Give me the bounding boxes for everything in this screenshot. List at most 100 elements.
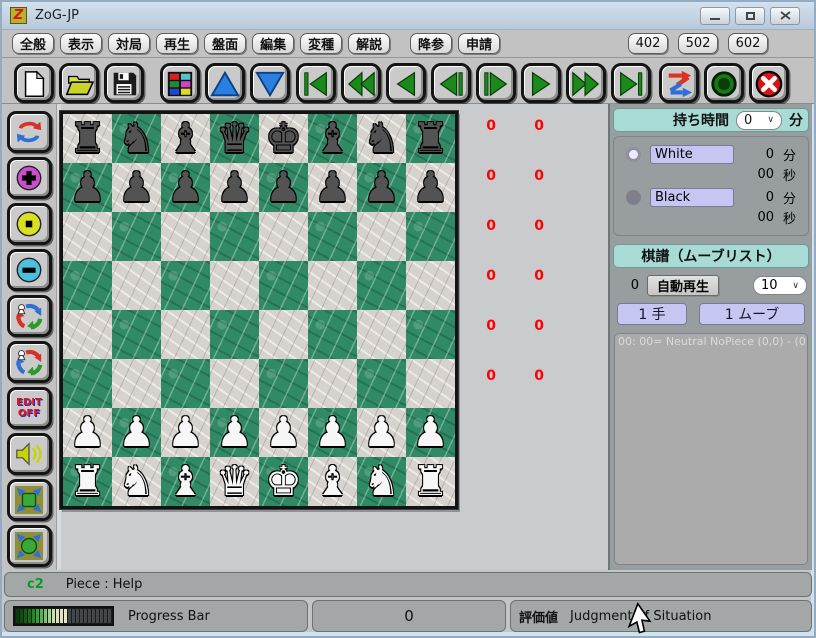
- square-b6[interactable]: [112, 212, 161, 261]
- square-b1[interactable]: ♞: [112, 457, 161, 506]
- back-stop-button[interactable]: [431, 63, 471, 103]
- new-game-button[interactable]: [14, 63, 54, 103]
- switch-move-button[interactable]: [659, 63, 699, 103]
- square-g5[interactable]: [357, 261, 406, 310]
- square-f3[interactable]: [308, 359, 357, 408]
- square-h7[interactable]: ♟: [406, 163, 455, 212]
- minimize-button[interactable]: [700, 6, 730, 25]
- square-c8[interactable]: ♝: [161, 114, 210, 163]
- movelist-entry-0[interactable]: 00: 00= Neutral NoPiece (0,0) - (0,0): [615, 335, 807, 348]
- fit-board-button[interactable]: [6, 479, 52, 521]
- square-g7[interactable]: ♟: [357, 163, 406, 212]
- white-radio[interactable]: [626, 147, 641, 162]
- square-c3[interactable]: [161, 359, 210, 408]
- square-f1[interactable]: ♝: [308, 457, 357, 506]
- menu-item-0[interactable]: 全般: [12, 33, 55, 54]
- square-d7[interactable]: ♟: [210, 163, 259, 212]
- square-h1[interactable]: ♜: [406, 457, 455, 506]
- square-c6[interactable]: [161, 212, 210, 261]
- black-label[interactable]: Black: [650, 188, 734, 207]
- fast-forward-button[interactable]: [566, 63, 606, 103]
- square-b7[interactable]: ♟: [112, 163, 161, 212]
- step-back-button[interactable]: [386, 63, 426, 103]
- rotate-pieces-down-button[interactable]: [6, 341, 52, 383]
- square-f7[interactable]: ♟: [308, 163, 357, 212]
- menu-item-1[interactable]: 表示: [60, 33, 103, 54]
- square-e4[interactable]: [259, 310, 308, 359]
- palette-button[interactable]: [160, 63, 200, 103]
- square-g2[interactable]: ♟: [357, 408, 406, 457]
- forward-stop-button[interactable]: [476, 63, 516, 103]
- save-button[interactable]: [104, 63, 144, 103]
- time-minutes-dropdown[interactable]: 0 ∨: [736, 110, 782, 130]
- square-h2[interactable]: ♟: [406, 408, 455, 457]
- fit-pieces-button[interactable]: [6, 525, 52, 567]
- square-e6[interactable]: [259, 212, 308, 261]
- square-a5[interactable]: [63, 261, 112, 310]
- square-f5[interactable]: [308, 261, 357, 310]
- square-b4[interactable]: [112, 310, 161, 359]
- square-f2[interactable]: ♟: [308, 408, 357, 457]
- autoplay-button[interactable]: 自動再生: [647, 275, 720, 296]
- step-forward-button[interactable]: [521, 63, 561, 103]
- square-e1[interactable]: ♚: [259, 457, 308, 506]
- menu-item-4[interactable]: 盤面: [204, 33, 247, 54]
- square-e3[interactable]: [259, 359, 308, 408]
- down-button[interactable]: [250, 63, 290, 103]
- square-d6[interactable]: [210, 212, 259, 261]
- square-c5[interactable]: [161, 261, 210, 310]
- close-button[interactable]: [770, 6, 800, 25]
- open-button[interactable]: [59, 63, 99, 103]
- rotate-pieces-up-button[interactable]: [6, 295, 52, 337]
- square-c4[interactable]: [161, 310, 210, 359]
- edit-off-button[interactable]: EDIT OFF: [6, 387, 52, 429]
- maximize-button[interactable]: [735, 6, 765, 25]
- add-piece-button[interactable]: [6, 157, 52, 199]
- square-h4[interactable]: [406, 310, 455, 359]
- menu-item-7[interactable]: 解説: [348, 33, 391, 54]
- speed-dropdown[interactable]: 10 ∨: [753, 276, 807, 295]
- sound-button[interactable]: [6, 433, 52, 475]
- square-e5[interactable]: [259, 261, 308, 310]
- movelist-box[interactable]: 00: 00= Neutral NoPiece (0,0) - (0,0): [614, 333, 808, 565]
- square-h8[interactable]: ♜: [406, 114, 455, 163]
- square-g1[interactable]: ♞: [357, 457, 406, 506]
- move-count-button[interactable]: 1 ムーブ: [699, 303, 805, 325]
- square-h5[interactable]: [406, 261, 455, 310]
- square-b5[interactable]: [112, 261, 161, 310]
- square-f4[interactable]: [308, 310, 357, 359]
- white-label[interactable]: White: [650, 145, 734, 164]
- square-b8[interactable]: ♞: [112, 114, 161, 163]
- menu-item-6[interactable]: 変種: [300, 33, 343, 54]
- go-end-button[interactable]: [611, 63, 651, 103]
- cancel-button[interactable]: [749, 63, 789, 103]
- square-d1[interactable]: ♛: [210, 457, 259, 506]
- go-start-button[interactable]: [296, 63, 336, 103]
- black-radio[interactable]: [626, 190, 641, 205]
- square-c1[interactable]: ♝: [161, 457, 210, 506]
- neutral-piece-button[interactable]: [6, 203, 52, 245]
- swap-sides-button[interactable]: [6, 111, 52, 153]
- square-b2[interactable]: ♟: [112, 408, 161, 457]
- square-d8[interactable]: ♛: [210, 114, 259, 163]
- square-a1[interactable]: ♜: [63, 457, 112, 506]
- square-d4[interactable]: [210, 310, 259, 359]
- menu-item2-1[interactable]: 申請: [458, 33, 501, 54]
- square-f6[interactable]: [308, 212, 357, 261]
- square-c7[interactable]: ♟: [161, 163, 210, 212]
- square-h6[interactable]: [406, 212, 455, 261]
- square-b3[interactable]: [112, 359, 161, 408]
- up-button[interactable]: [205, 63, 245, 103]
- menu-item-3[interactable]: 再生: [156, 33, 199, 54]
- square-d5[interactable]: [210, 261, 259, 310]
- square-g8[interactable]: ♞: [357, 114, 406, 163]
- menu-item-5[interactable]: 編集: [252, 33, 295, 54]
- square-a3[interactable]: [63, 359, 112, 408]
- te-count-button[interactable]: 1 手: [617, 303, 687, 325]
- menu-number-402[interactable]: 402: [628, 33, 668, 54]
- rewind-button[interactable]: [341, 63, 381, 103]
- square-e2[interactable]: ♟: [259, 408, 308, 457]
- square-a8[interactable]: ♜: [63, 114, 112, 163]
- square-e8[interactable]: ♚: [259, 114, 308, 163]
- menu-item-2[interactable]: 対局: [108, 33, 151, 54]
